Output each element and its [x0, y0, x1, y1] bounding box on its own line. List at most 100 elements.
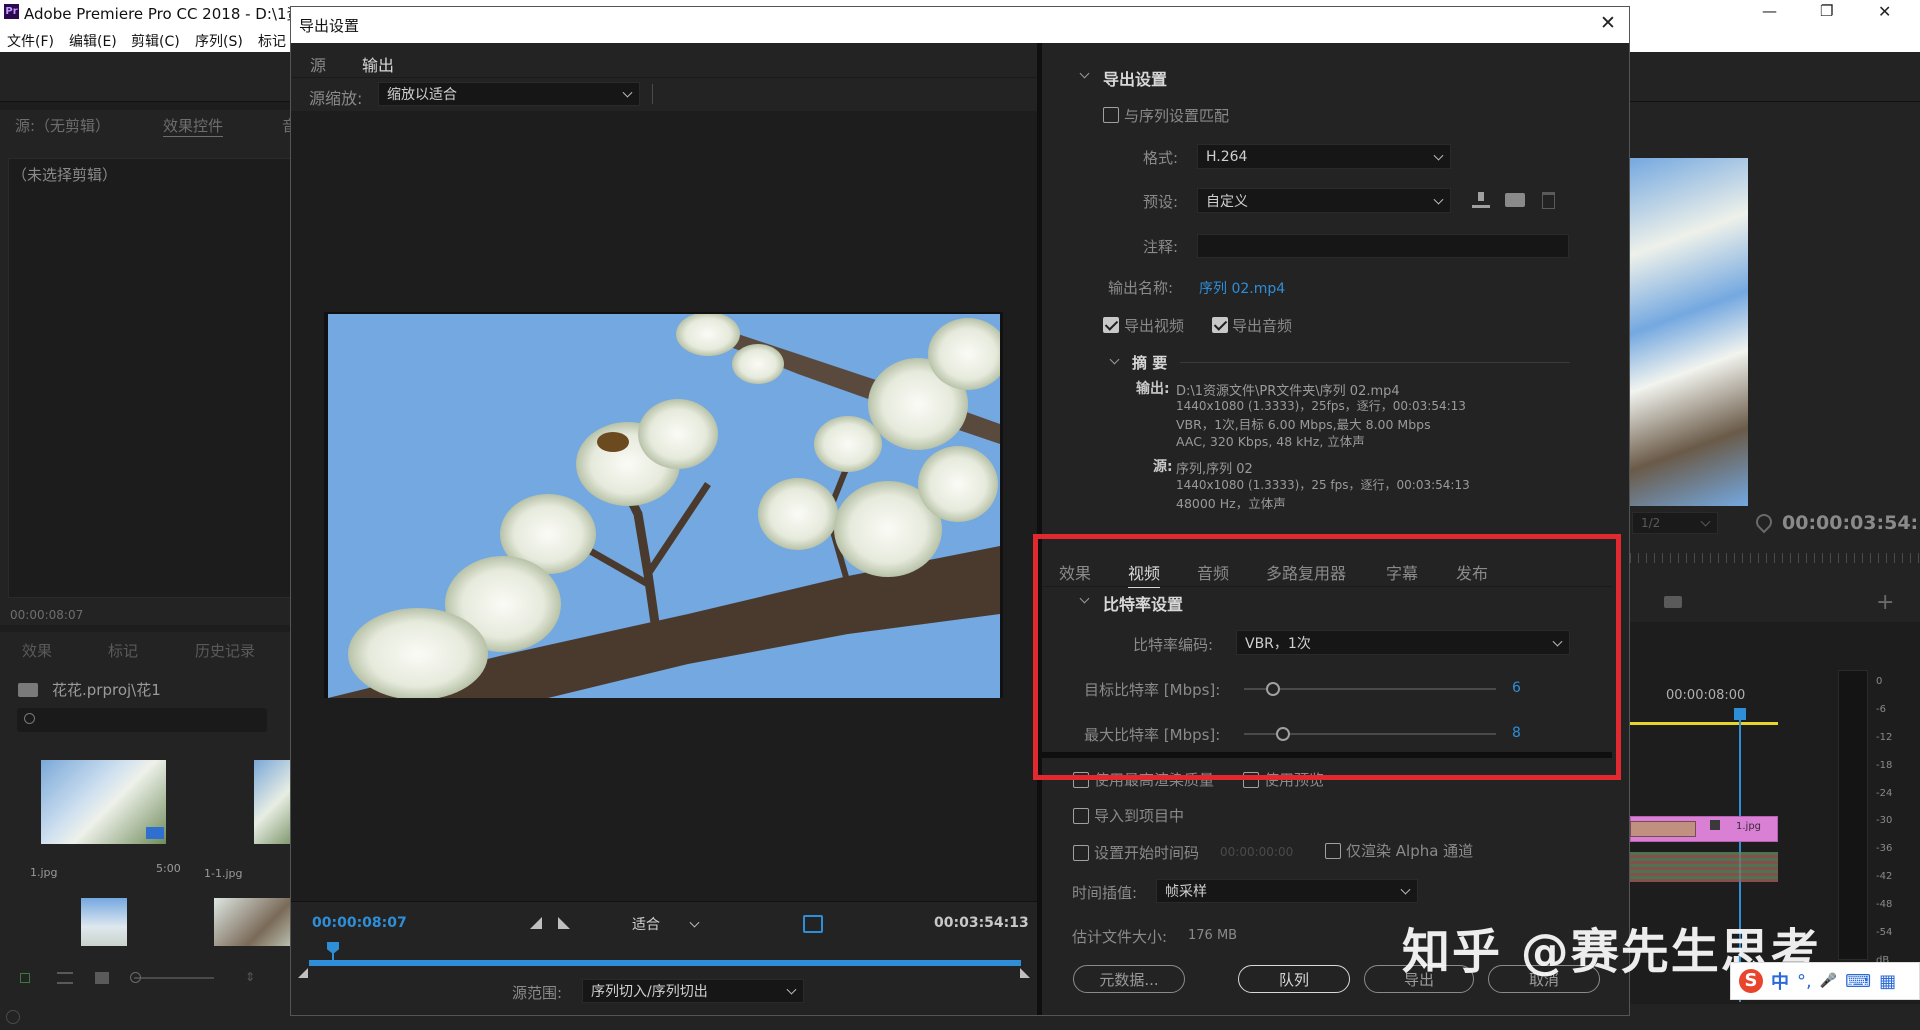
end-time: 00:03:54:13 [934, 915, 1029, 931]
no-clip-label: （未选择剪辑） [12, 166, 118, 184]
camera-icon[interactable] [1664, 596, 1682, 608]
output-name-link[interactable]: 序列 02.mp4 [1199, 278, 1285, 298]
comment-input[interactable] [1197, 234, 1569, 258]
file-size-label: 估计文件大小: [1072, 928, 1168, 946]
preview-tabbar [291, 43, 1037, 77]
tab-source[interactable]: 源:（无剪辑） [15, 115, 110, 136]
preset-select[interactable]: 自定义 [1197, 188, 1451, 213]
project-search-input[interactable] [17, 708, 267, 732]
start-timecode-input[interactable]: 00:00:00:00 [1220, 845, 1293, 859]
microphone-icon[interactable]: 🎤 [1820, 973, 1837, 989]
source-range-select[interactable]: 序列切入/序列切出 [582, 979, 804, 1003]
minimize-button[interactable]: — [1762, 2, 1777, 20]
set-start-timecode-checkbox[interactable] [1073, 845, 1089, 861]
summary-source-label: 源: [1153, 459, 1173, 475]
fit-select[interactable]: 适合 [624, 912, 706, 936]
summary-output-line: 1440x1080 (1.3333)，25fps，逐行，00:03:54:13 [1176, 399, 1466, 413]
sogou-logo-icon: S [1739, 969, 1763, 993]
time-interpolation-select[interactable]: 帧采样 [1156, 879, 1418, 903]
bee [597, 432, 629, 452]
source-range-label: 源范围: [512, 984, 563, 1002]
tab-markers[interactable]: 标记 [108, 640, 138, 661]
tab-source[interactable]: 源 [310, 52, 326, 76]
tab-output[interactable]: 输出 [362, 52, 395, 80]
time-interpolation-label: 时间插值: [1072, 884, 1138, 902]
export-audio-label: 导出音频 [1232, 317, 1293, 335]
summary-source-line: 序列,序列 02 [1176, 462, 1253, 477]
output-name-label: 输出名称: [1108, 279, 1174, 297]
keyboard-icon[interactable]: ⌨ [1845, 971, 1871, 992]
match-sequence-label: 与序列设置匹配 [1124, 107, 1230, 125]
meter-tick: -42 [1876, 871, 1893, 883]
status-icon [6, 1010, 20, 1024]
summary-source-line: 1440x1080 (1.3333)，25 fps，逐行，00:03:54:13 [1176, 478, 1470, 492]
close-app-button[interactable]: ✕ [1878, 2, 1891, 21]
maximize-button[interactable]: ❐ [1820, 2, 1833, 20]
program-monitor-image [1630, 158, 1748, 506]
out-point-handle[interactable] [1020, 968, 1030, 978]
sort-icon[interactable]: ⇕ [244, 970, 255, 984]
audio-track [1630, 852, 1778, 882]
format-label: 格式: [1143, 149, 1179, 167]
zoom-slider[interactable] [134, 977, 214, 979]
render-alpha-only-label: 仅渲染 Alpha 通道 [1346, 842, 1474, 860]
menu-file[interactable]: 文件(F) [7, 31, 54, 51]
aspect-toggle-icon[interactable] [803, 915, 823, 933]
delete-preset-icon[interactable] [1542, 192, 1555, 209]
playback-resolution-select[interactable]: 1/2 [1632, 512, 1718, 534]
project-item-name: 1.jpg [30, 866, 58, 879]
meter-scale: 0 -6 -12 -18 -24 -30 -36 -42 -48 -54 dB [1876, 676, 1916, 966]
program-timecode: 00:00:03:54:13 [1782, 512, 1920, 534]
ime-menu-icon[interactable]: ▦ [1879, 971, 1896, 992]
project-item-thumb[interactable] [81, 898, 127, 946]
export-video-checkbox[interactable] [1103, 317, 1119, 333]
summary-divider [1180, 362, 1570, 363]
import-preset-icon[interactable] [1505, 193, 1525, 207]
zoom-slider-handle[interactable] [130, 972, 141, 983]
metadata-button[interactable]: 元数据... [1073, 965, 1185, 993]
ime-punct-toggle[interactable]: °, [1797, 971, 1812, 992]
menu-sequence[interactable]: 序列(S) [195, 31, 243, 51]
timeline-clip-inner [1630, 821, 1696, 837]
premiere-logo-icon: Pr [4, 4, 19, 19]
menu-edit[interactable]: 编辑(E) [69, 31, 117, 51]
icon-view-icon[interactable] [95, 972, 109, 984]
mark-out-icon[interactable] [558, 917, 570, 929]
format-select[interactable]: H.264 [1197, 144, 1451, 169]
preset-label: 预设: [1143, 193, 1179, 211]
ime-lang-toggle[interactable]: 中 [1771, 968, 1789, 994]
ime-toolbar[interactable]: S 中 °, 🎤 ⌨ ▦ [1730, 962, 1920, 1000]
project-item-name: 1-1.jpg [204, 867, 243, 880]
folder-icon [18, 683, 38, 697]
tab-history[interactable]: 历史记录 [195, 640, 255, 661]
tab-effects[interactable]: 效果 [22, 640, 52, 661]
tab-effect-controls[interactable]: 效果控件 [163, 115, 224, 137]
add-button[interactable]: + [1876, 590, 1894, 615]
menu-marker[interactable]: 标记 [258, 31, 286, 51]
effect-controls-body [8, 158, 300, 598]
summary-output-label: 输出: [1136, 381, 1170, 397]
match-sequence-checkbox[interactable] [1103, 107, 1119, 123]
in-point-handle[interactable] [298, 968, 308, 978]
panel-timecode: 00:00:08:07 [10, 608, 84, 622]
import-into-project-checkbox[interactable] [1073, 808, 1089, 824]
menu-clip[interactable]: 剪辑(C) [131, 31, 180, 51]
import-into-project-label: 导入到项目中 [1094, 807, 1185, 825]
export-audio-checkbox[interactable] [1212, 317, 1228, 333]
save-preset-icon[interactable] [1472, 192, 1490, 208]
scrub-bar[interactable] [309, 960, 1021, 966]
highlight-box [1033, 534, 1621, 780]
project-path: 花花.prproj\花1 [52, 681, 161, 699]
list-view-icon[interactable] [57, 972, 73, 984]
queue-button[interactable]: 队列 [1238, 965, 1350, 993]
project-item-thumb[interactable] [214, 898, 300, 946]
dialog-close-button[interactable]: ✕ [1600, 12, 1616, 34]
current-time[interactable]: 00:00:08:07 [312, 915, 407, 931]
lock-icon[interactable] [20, 973, 30, 983]
mark-in-icon[interactable] [530, 917, 542, 929]
render-alpha-only-checkbox[interactable] [1325, 843, 1341, 859]
meter-tick: -48 [1876, 899, 1893, 911]
preview-image [328, 314, 1000, 698]
export-video-label: 导出视频 [1124, 317, 1185, 335]
source-scale-select[interactable]: 缩放以适合 [378, 82, 640, 106]
